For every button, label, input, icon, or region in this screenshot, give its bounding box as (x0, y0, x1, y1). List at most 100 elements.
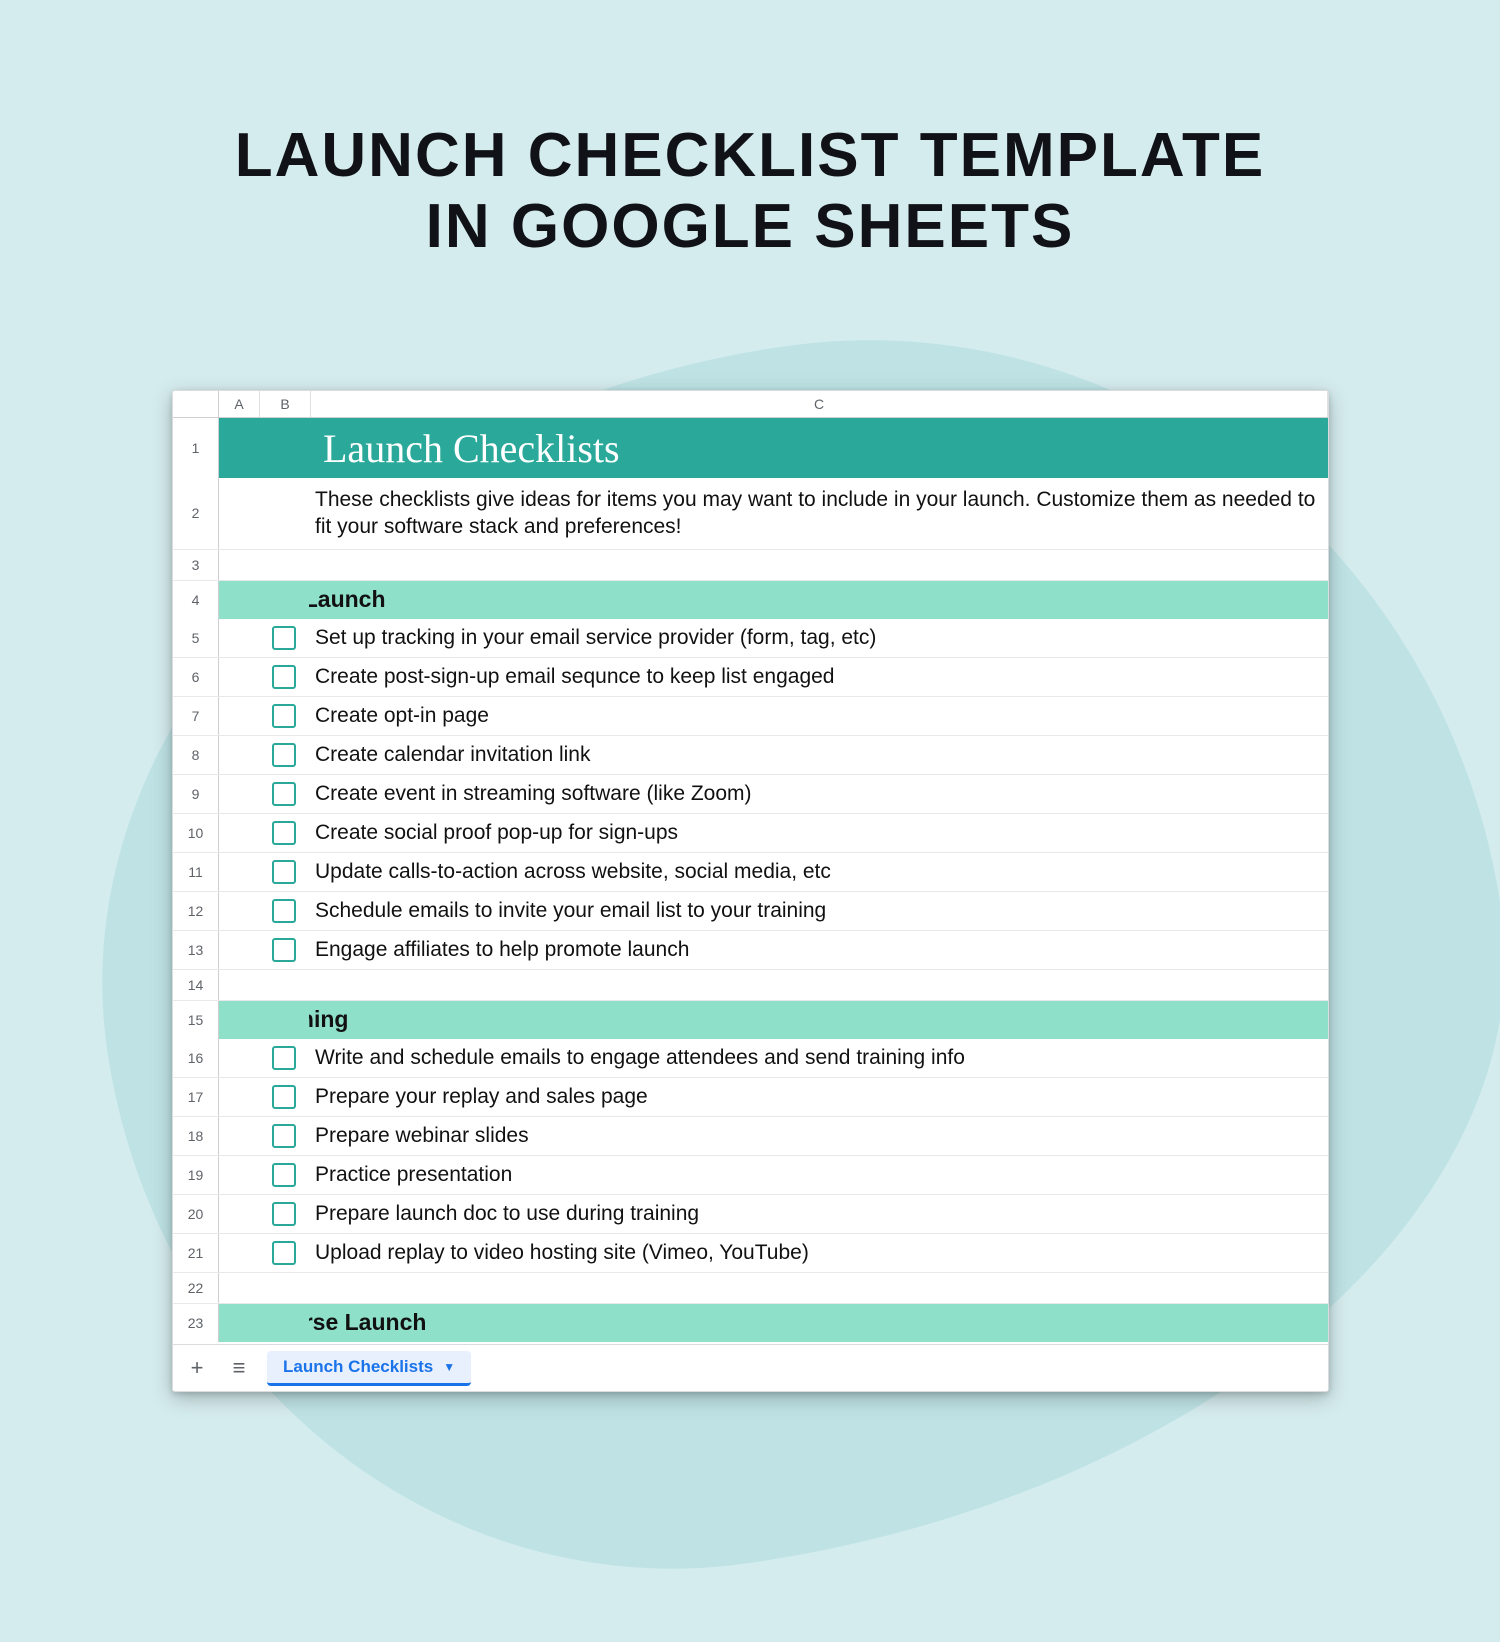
column-header-c[interactable]: C (311, 391, 1328, 417)
checkbox[interactable] (272, 1046, 296, 1070)
checkbox[interactable] (272, 860, 296, 884)
cell-b-6[interactable] (259, 658, 309, 696)
add-sheet-button[interactable]: + (183, 1354, 211, 1382)
cell-c-19[interactable]: Practice presentation (309, 1156, 1328, 1194)
select-all-corner[interactable] (173, 391, 219, 417)
cell-c-22[interactable] (309, 1273, 1328, 1303)
row-header-2[interactable]: 2 (173, 478, 219, 549)
cell-b-5[interactable] (259, 619, 309, 657)
cell-a-22[interactable] (219, 1273, 259, 1303)
checkbox[interactable] (272, 899, 296, 923)
row-header-6[interactable]: 6 (173, 658, 219, 696)
cell-a-20[interactable] (219, 1195, 259, 1233)
checkbox[interactable] (272, 1124, 296, 1148)
cell-c-6[interactable]: Create post-sign-up email sequnce to kee… (309, 658, 1328, 696)
cell-b-20[interactable] (259, 1195, 309, 1233)
row-header-23[interactable]: 23 (173, 1304, 219, 1342)
sheet-tab-active[interactable]: Launch Checklists ▼ (267, 1351, 471, 1386)
cell-a-21[interactable] (219, 1234, 259, 1272)
cell-a-17[interactable] (219, 1078, 259, 1116)
cell-c-23[interactable]: Course Launch (259, 1304, 1328, 1342)
cell-c-21[interactable]: Upload replay to video hosting site (Vim… (309, 1234, 1328, 1272)
cell-a-10[interactable] (219, 814, 259, 852)
row-header-3[interactable]: 3 (173, 550, 219, 580)
cell-c-9[interactable]: Create event in streaming software (like… (309, 775, 1328, 813)
row-header-17[interactable]: 17 (173, 1078, 219, 1116)
cell-b-7[interactable] (259, 697, 309, 735)
checkbox[interactable] (272, 704, 296, 728)
row-header-4[interactable]: 4 (173, 581, 219, 619)
cell-b-21[interactable] (259, 1234, 309, 1272)
cell-a-5[interactable] (219, 619, 259, 657)
row-header-10[interactable]: 10 (173, 814, 219, 852)
cell-c-1[interactable]: Launch Checklists (309, 418, 1328, 478)
cell-b-22[interactable] (259, 1273, 309, 1303)
cell-a-19[interactable] (219, 1156, 259, 1194)
cell-a-18[interactable] (219, 1117, 259, 1155)
cell-a-12[interactable] (219, 892, 259, 930)
cell-a-11[interactable] (219, 853, 259, 891)
row-header-12[interactable]: 12 (173, 892, 219, 930)
row-header-9[interactable]: 9 (173, 775, 219, 813)
checkbox[interactable] (272, 665, 296, 689)
cell-c-10[interactable]: Create social proof pop-up for sign-ups (309, 814, 1328, 852)
cell-b-19[interactable] (259, 1156, 309, 1194)
cell-c-3[interactable] (309, 550, 1328, 580)
row-header-21[interactable]: 21 (173, 1234, 219, 1272)
row-header-16[interactable]: 16 (173, 1039, 219, 1077)
row-header-5[interactable]: 5 (173, 619, 219, 657)
cell-a-2[interactable] (219, 478, 259, 549)
cell-b-8[interactable] (259, 736, 309, 774)
all-sheets-button[interactable]: ≡ (225, 1354, 253, 1382)
cell-c-18[interactable]: Prepare webinar slides (309, 1117, 1328, 1155)
cell-a-9[interactable] (219, 775, 259, 813)
column-header-a[interactable]: A (219, 391, 260, 417)
cell-c-5[interactable]: Set up tracking in your email service pr… (309, 619, 1328, 657)
cell-c-15[interactable]: Training (259, 1001, 1328, 1039)
cell-a-4[interactable] (219, 581, 259, 619)
row-header-20[interactable]: 20 (173, 1195, 219, 1233)
row-header-8[interactable]: 8 (173, 736, 219, 774)
cell-a-13[interactable] (219, 931, 259, 969)
cell-c-12[interactable]: Schedule emails to invite your email lis… (309, 892, 1328, 930)
row-header-18[interactable]: 18 (173, 1117, 219, 1155)
cell-b-9[interactable] (259, 775, 309, 813)
cell-b-1[interactable] (259, 418, 309, 478)
cell-b-18[interactable] (259, 1117, 309, 1155)
checkbox[interactable] (272, 938, 296, 962)
cell-a-7[interactable] (219, 697, 259, 735)
checkbox[interactable] (272, 743, 296, 767)
row-header-1[interactable]: 1 (173, 418, 219, 478)
cell-c-2[interactable]: These checklists give ideas for items yo… (309, 478, 1328, 549)
cell-a-3[interactable] (219, 550, 259, 580)
cell-c-14[interactable] (309, 970, 1328, 1000)
cell-b-13[interactable] (259, 931, 309, 969)
cell-b-17[interactable] (259, 1078, 309, 1116)
checkbox[interactable] (272, 1202, 296, 1226)
cell-c-4[interactable]: Pre-Launch (259, 581, 1328, 619)
cell-a-16[interactable] (219, 1039, 259, 1077)
cell-a-14[interactable] (219, 970, 259, 1000)
cell-b-4[interactable] (259, 581, 309, 619)
cell-b-14[interactable] (259, 970, 309, 1000)
cell-b-2[interactable] (259, 478, 309, 549)
cell-b-11[interactable] (259, 853, 309, 891)
cell-c-16[interactable]: Write and schedule emails to engage atte… (309, 1039, 1328, 1077)
row-header-11[interactable]: 11 (173, 853, 219, 891)
cell-c-11[interactable]: Update calls-to-action across website, s… (309, 853, 1328, 891)
checkbox[interactable] (272, 1085, 296, 1109)
row-header-7[interactable]: 7 (173, 697, 219, 735)
checkbox[interactable] (272, 1241, 296, 1265)
cell-b-15[interactable] (259, 1001, 309, 1039)
row-header-19[interactable]: 19 (173, 1156, 219, 1194)
cell-b-23[interactable] (259, 1304, 309, 1342)
column-header-b[interactable]: B (260, 391, 311, 417)
cell-a-23[interactable] (219, 1304, 259, 1342)
cell-c-7[interactable]: Create opt-in page (309, 697, 1328, 735)
row-header-15[interactable]: 15 (173, 1001, 219, 1039)
row-header-14[interactable]: 14 (173, 970, 219, 1000)
checkbox[interactable] (272, 821, 296, 845)
checkbox[interactable] (272, 626, 296, 650)
cell-a-15[interactable] (219, 1001, 259, 1039)
cell-a-8[interactable] (219, 736, 259, 774)
